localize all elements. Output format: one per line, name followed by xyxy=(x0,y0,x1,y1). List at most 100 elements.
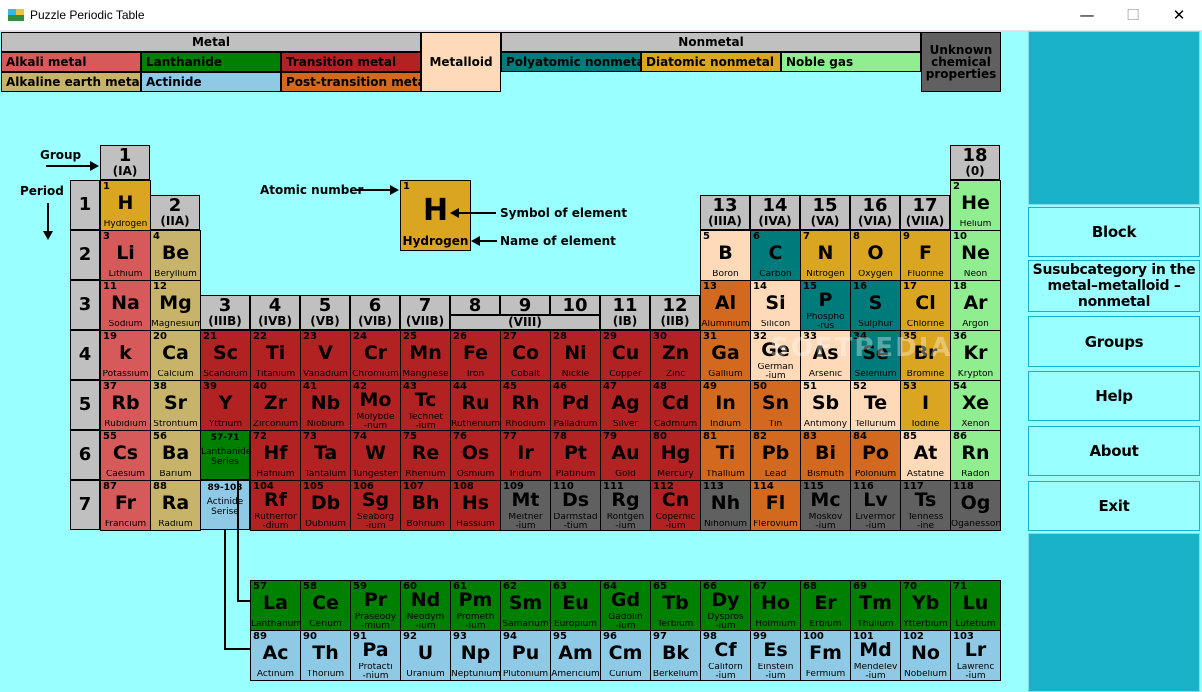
element-ti[interactable]: 81 Ti Thallium xyxy=(700,430,751,481)
element-cd[interactable]: 48 Cd Cadmium xyxy=(650,380,701,431)
close-button[interactable]: ✕ xyxy=(1156,0,1202,30)
element-pm[interactable]: 61 Pm Prometh -ium xyxy=(450,580,501,631)
element-po[interactable]: 84 Po Polonium xyxy=(850,430,901,481)
element-ra[interactable]: 88 Ra Radium xyxy=(150,480,201,531)
element-hg[interactable]: 80 Hg Mercury xyxy=(650,430,701,481)
minimize-button[interactable]: — xyxy=(1064,0,1110,30)
element-cf[interactable]: 98 Cf Californ -ium xyxy=(700,630,751,681)
element-hs[interactable]: 108 Hs Hassium xyxy=(450,480,501,531)
element-yb[interactable]: 70 Yb Ytterbium xyxy=(900,580,951,631)
block-button[interactable]: Block xyxy=(1028,207,1200,257)
element-ar[interactable]: 18 Ar Argon xyxy=(950,280,1001,331)
element-bk[interactable]: 97 Bk Berkelium xyxy=(650,630,701,681)
element-ga[interactable]: 31 Ga Gallium xyxy=(700,330,751,381)
element-na[interactable]: 11 Na Sodium xyxy=(100,280,151,331)
element-tc[interactable]: 43 Tc Technet -ium xyxy=(400,380,451,431)
element-v[interactable]: 23 V Vanadium xyxy=(300,330,351,381)
element-er[interactable]: 68 Er Erbium xyxy=(800,580,851,631)
element-bh[interactable]: 107 Bh Bohrium xyxy=(400,480,451,531)
element-c[interactable]: 6 C Carbon xyxy=(750,230,801,281)
element-db[interactable]: 105 Db Dubnium xyxy=(300,480,351,531)
element-f[interactable]: 9 F Fluorine xyxy=(900,230,951,281)
element-mg[interactable]: 12 Mg Magnesium xyxy=(150,280,201,331)
element-y[interactable]: 39 Y Yttrium xyxy=(200,380,251,431)
element-at[interactable]: 85 At Astatine xyxy=(900,430,951,481)
element-si[interactable]: 14 Si Silicon xyxy=(750,280,801,331)
element-md[interactable]: 101 Md Mendelev -ium xyxy=(850,630,901,681)
element-he[interactable]: 2 He Helium xyxy=(950,180,1001,231)
element-ni[interactable]: 28 Ni Nickle xyxy=(550,330,601,381)
element-nd[interactable]: 60 Nd Neodym -ium xyxy=(400,580,451,631)
element-fr[interactable]: 87 Fr Francium xyxy=(100,480,151,531)
lanthanide-series-cell[interactable]: 57-71 Lanthanide Series xyxy=(200,430,251,480)
element-ba[interactable]: 56 Ba Barium xyxy=(150,430,201,481)
element-cr[interactable]: 24 Cr Chromium xyxy=(350,330,401,381)
element-mn[interactable]: 25 Mn Mangnese xyxy=(400,330,451,381)
element-au[interactable]: 79 Au Gold xyxy=(600,430,651,481)
element-np[interactable]: 93 Np Neptunium xyxy=(450,630,501,681)
element-sc[interactable]: 21 Sc Scandium xyxy=(200,330,251,381)
element-sb[interactable]: 51 Sb Antimony xyxy=(800,380,851,431)
element-eu[interactable]: 63 Eu Europium xyxy=(550,580,601,631)
element-bi[interactable]: 83 Bi Bismuth xyxy=(800,430,851,481)
element-am[interactable]: 95 Am Americium xyxy=(550,630,601,681)
element-zn[interactable]: 30 Zn Zinc xyxy=(650,330,701,381)
element-ag[interactable]: 47 Ag Silver xyxy=(600,380,651,431)
element-os[interactable]: 76 Os Osmium xyxy=(450,430,501,481)
element-li[interactable]: 3 Li Lithium xyxy=(100,230,151,281)
element-n[interactable]: 7 N Nitrogen xyxy=(800,230,851,281)
element-in[interactable]: 49 In Indium xyxy=(700,380,751,431)
element-dy[interactable]: 66 Dy Dyspros -ium xyxy=(700,580,751,631)
element-lv[interactable]: 116 Lv Livermor -ium xyxy=(850,480,901,531)
element-fl[interactable]: 114 Fl Flerovium xyxy=(750,480,801,531)
element-mo[interactable]: 42 Mo Molybde -num xyxy=(350,380,401,431)
actinide-series-cell[interactable]: 89-103 Actinide Serise xyxy=(200,480,250,530)
element-i[interactable]: 53 I Iodine xyxy=(900,380,951,431)
element-og[interactable]: 118 Og Oganesson xyxy=(950,480,1001,531)
element-ce[interactable]: 58 Ce Cerium xyxy=(300,580,351,631)
element-cu[interactable]: 29 Cu Copper xyxy=(600,330,651,381)
element-rg[interactable]: 111 Rg Rontgen -ium xyxy=(600,480,651,531)
element-ds[interactable]: 110 Ds Darmstad -tium xyxy=(550,480,601,531)
element-te[interactable]: 52 Te Tellurium xyxy=(850,380,901,431)
element-u[interactable]: 92 U Uranium xyxy=(400,630,451,681)
element-gd[interactable]: 64 Gd Gadolin -ium xyxy=(600,580,651,631)
element-pd[interactable]: 46 Pd Palladium xyxy=(550,380,601,431)
element-sr[interactable]: 38 Sr Strontium xyxy=(150,380,201,431)
element-no[interactable]: 102 No Nobelium xyxy=(900,630,951,681)
element-zr[interactable]: 40 Zr Zirconium xyxy=(250,380,301,431)
element-co[interactable]: 27 Co Cobalt xyxy=(500,330,551,381)
element-re[interactable]: 75 Re Rhenium xyxy=(400,430,451,481)
element-fm[interactable]: 100 Fm Fermium xyxy=(800,630,851,681)
element-cl[interactable]: 17 Cl Chlorine xyxy=(900,280,951,331)
element-pa[interactable]: 91 Pa Protacti -nium xyxy=(350,630,401,681)
element-pr[interactable]: 59 Pr Praseody -mium xyxy=(350,580,401,631)
element-h[interactable]: 1 H Hydrogen xyxy=(100,180,151,231)
element-pb[interactable]: 82 Pb Lead xyxy=(750,430,801,481)
help-button[interactable]: Help xyxy=(1028,371,1200,421)
element-ta[interactable]: 73 Ta Tantalum xyxy=(300,430,351,481)
element-rb[interactable]: 37 Rb Rubidium xyxy=(100,380,151,431)
element-cs[interactable]: 55 Cs Caesium xyxy=(100,430,151,481)
element-pt[interactable]: 78 Pt Platinum xyxy=(550,430,601,481)
element-ru[interactable]: 44 Ru Ruthenium xyxy=(450,380,501,431)
element-be[interactable]: 4 Be Beryllium xyxy=(150,230,201,281)
element-rh[interactable]: 45 Rh Rhodium xyxy=(500,380,551,431)
element-pu[interactable]: 94 Pu Plutonium xyxy=(500,630,551,681)
exit-button[interactable]: Exit xyxy=(1028,481,1200,531)
element-sg[interactable]: 106 Sg Seaborg -ium xyxy=(350,480,401,531)
element-s[interactable]: 16 S Sulphur xyxy=(850,280,901,331)
element-w[interactable]: 74 W Tungesten xyxy=(350,430,401,481)
element-fe[interactable]: 26 Fe Iron xyxy=(450,330,501,381)
element-mt[interactable]: 109 Mt Meitner -ium xyxy=(500,480,551,531)
element-th[interactable]: 90 Th Thorium xyxy=(300,630,351,681)
element-rf[interactable]: 104 Rf Rutherfor -dium xyxy=(250,480,301,531)
groups-button[interactable]: Groups xyxy=(1028,316,1200,367)
element-ts[interactable]: 117 Ts Tenness -ine xyxy=(900,480,951,531)
element-nh[interactable]: 113 Nh Nihonium xyxy=(700,480,751,531)
element-ir[interactable]: 77 Ir Iridium xyxy=(500,430,551,481)
element-al[interactable]: 13 Al Aluminium xyxy=(700,280,751,331)
element-mc[interactable]: 115 Mc Moskov -ium xyxy=(800,480,851,531)
element-ti[interactable]: 22 Ti Titanium xyxy=(250,330,301,381)
subcategory-button[interactable]: Susubcategory in the metal–metalloid –no… xyxy=(1028,260,1200,312)
